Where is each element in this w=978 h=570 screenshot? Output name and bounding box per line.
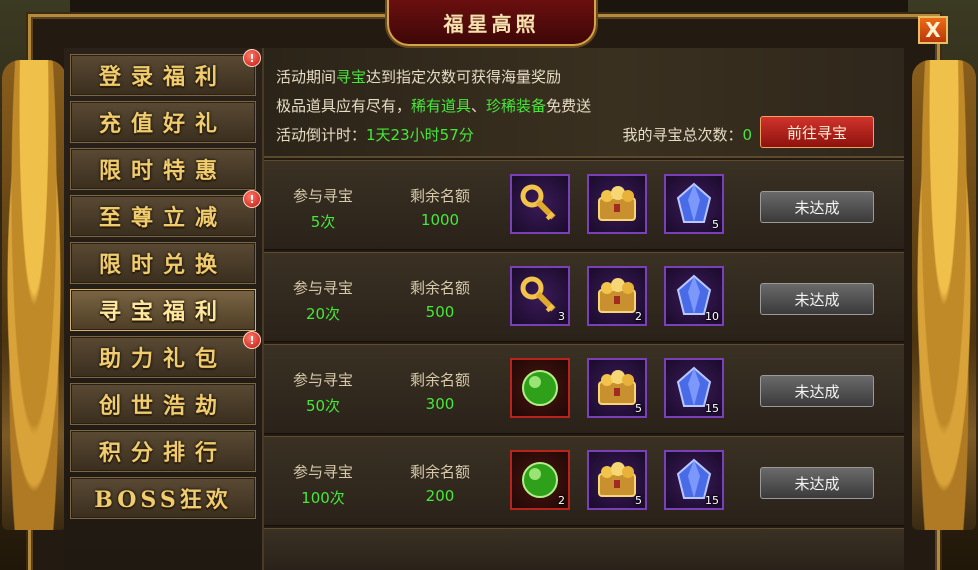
required-times: 100次 [301, 489, 345, 507]
sidebar-item-label: 创世浩劫 [98, 393, 227, 419]
claim-status-button[interactable]: 未达成 [760, 467, 874, 499]
remain-label: 剩余名额 [409, 371, 470, 389]
green-orb-icon[interactable]: 2 [510, 450, 570, 510]
required-times: 50次 [305, 397, 341, 415]
countdown-label: 活动倒计时： [276, 126, 367, 144]
info-text: 免费送 [546, 97, 592, 115]
gold-chest-icon[interactable]: 2 [587, 266, 647, 326]
join-label: 参与寻宝 [292, 463, 353, 481]
guardian-statue-right [912, 60, 976, 530]
remain-value: 500 [425, 303, 455, 321]
alert-badge-icon: ! [243, 331, 261, 349]
item-count: 5 [712, 218, 719, 231]
sidebar-item-limited-exchange[interactable]: 限时兑换 [70, 242, 256, 284]
info-text: 达到指定次数可获得海量奖励 [366, 68, 562, 86]
join-label: 参与寻宝 [292, 187, 353, 205]
blue-crystal-icon[interactable]: 10 [664, 266, 724, 326]
sidebar-item-label: 助力礼包 [98, 346, 227, 372]
remain-label: 剩余名额 [409, 187, 470, 205]
remain-value: 200 [425, 487, 455, 505]
item-count: 10 [705, 310, 719, 323]
sidebar-item-label: 寻宝福利 [98, 299, 227, 325]
remain-label: 剩余名额 [409, 463, 470, 481]
info-line-1: 活动期间寻宝达到指定次数可获得海量奖励 [276, 66, 561, 87]
join-label: 参与寻宝 [292, 279, 353, 297]
guardian-statue-left [2, 60, 66, 530]
sidebar-item-label: 积分排行 [98, 440, 227, 466]
sidebar-item-recharge-gift[interactable]: 充值好礼 [70, 101, 256, 143]
gold-chest-icon[interactable]: 5 [587, 358, 647, 418]
countdown: 活动倒计时：1天23小时57分 [276, 124, 474, 145]
reward-row: 参与寻宝 50次 剩余名额 300 5 15 未达成 [264, 344, 904, 434]
treasure-count-value: 0 [742, 126, 752, 144]
sidebar: 登录福利 ! 充值好礼 限时特惠 至尊立减 ! 限时兑换 寻宝福利 助力礼包 !… [64, 48, 264, 570]
remain-value: 1000 [420, 211, 460, 229]
info-highlight: 珍稀装备 [486, 97, 547, 115]
sidebar-item-genesis-catastrophe[interactable]: 创世浩劫 [70, 383, 256, 425]
item-count: 2 [635, 310, 642, 323]
sidebar-item-label: 至尊立减 [98, 205, 227, 231]
info-text: 极品道具应有尽有， [276, 97, 412, 115]
required-times: 20次 [305, 305, 341, 323]
sidebar-item-limited-offer[interactable]: 限时特惠 [70, 148, 256, 190]
info-text: 、 [471, 97, 487, 115]
blue-crystal-icon[interactable]: 15 [664, 450, 724, 510]
golden-key-icon[interactable]: 3 [510, 266, 570, 326]
info-line-2: 极品道具应有尽有，稀有道具、珍稀装备免费送 [276, 95, 591, 116]
alert-badge-icon: ! [243, 49, 261, 67]
green-orb-icon[interactable] [510, 358, 570, 418]
sidebar-item-login-welfare[interactable]: 登录福利 ! [70, 49, 261, 96]
item-count: 15 [705, 494, 719, 507]
close-button[interactable]: X [918, 16, 948, 44]
golden-key-icon[interactable] [510, 174, 570, 234]
countdown-value: 1天23小时57分 [366, 126, 474, 144]
blue-crystal-icon[interactable]: 15 [664, 358, 724, 418]
remain-value: 300 [425, 395, 455, 413]
required-times: 5次 [310, 213, 336, 231]
treasure-count-label: 我的寻宝总次数： [622, 126, 743, 144]
blue-crystal-icon[interactable]: 5 [664, 174, 724, 234]
reward-row: 参与寻宝 20次 剩余名额 500 3 2 10 未达成 [264, 252, 904, 342]
sidebar-item-label: 限时兑换 [98, 252, 227, 278]
reward-row: 参与寻宝 100次 剩余名额 200 2 5 15 未达成 [264, 436, 904, 526]
claim-status-button[interactable]: 未达成 [760, 283, 874, 315]
sidebar-item-label: BOSS狂欢 [94, 487, 232, 513]
claim-status-button[interactable]: 未达成 [760, 375, 874, 407]
item-count: 15 [705, 402, 719, 415]
window-title: 福星高照 [387, 0, 596, 46]
reward-row: 参与寻宝 5次 剩余名额 1000 5 未达成 [264, 160, 904, 250]
gold-chest-icon[interactable]: 5 [587, 450, 647, 510]
sidebar-item-label: 登录福利 [98, 64, 227, 90]
sidebar-item-treasure-welfare[interactable]: 寻宝福利 [70, 289, 256, 331]
alert-badge-icon: ! [243, 190, 261, 208]
event-info-panel: 活动期间寻宝达到指定次数可获得海量奖励 极品道具应有尽有，稀有道具、珍稀装备免费… [264, 48, 904, 158]
treasure-count: 我的寻宝总次数：0 [622, 124, 752, 145]
item-count: 5 [635, 494, 642, 507]
go-treasure-button[interactable]: 前往寻宝 [760, 116, 874, 148]
info-text: 活动期间 [276, 68, 337, 86]
item-count: 5 [635, 402, 642, 415]
reward-row-partial [264, 528, 904, 570]
info-highlight: 稀有道具 [411, 97, 472, 115]
claim-status-button[interactable]: 未达成 [760, 191, 874, 223]
info-highlight: 寻宝 [336, 68, 367, 86]
gold-chest-icon[interactable] [587, 174, 647, 234]
item-count: 2 [558, 494, 565, 507]
sidebar-item-label: 充值好礼 [98, 111, 227, 137]
sidebar-item-points-ranking[interactable]: 积分排行 [70, 430, 256, 472]
sidebar-item-boss-carnival[interactable]: BOSS狂欢 [70, 477, 256, 519]
join-label: 参与寻宝 [292, 371, 353, 389]
item-count: 3 [558, 310, 565, 323]
sidebar-item-label: 限时特惠 [98, 158, 227, 184]
game-scene: 福星高照 X 登录福利 ! 充值好礼 限时特惠 至尊立减 ! 限时兑换 寻宝福利… [0, 0, 978, 570]
sidebar-item-support-pack[interactable]: 助力礼包 ! [70, 331, 261, 378]
sidebar-item-supreme-discount[interactable]: 至尊立减 ! [70, 190, 261, 237]
remain-label: 剩余名额 [409, 279, 470, 297]
